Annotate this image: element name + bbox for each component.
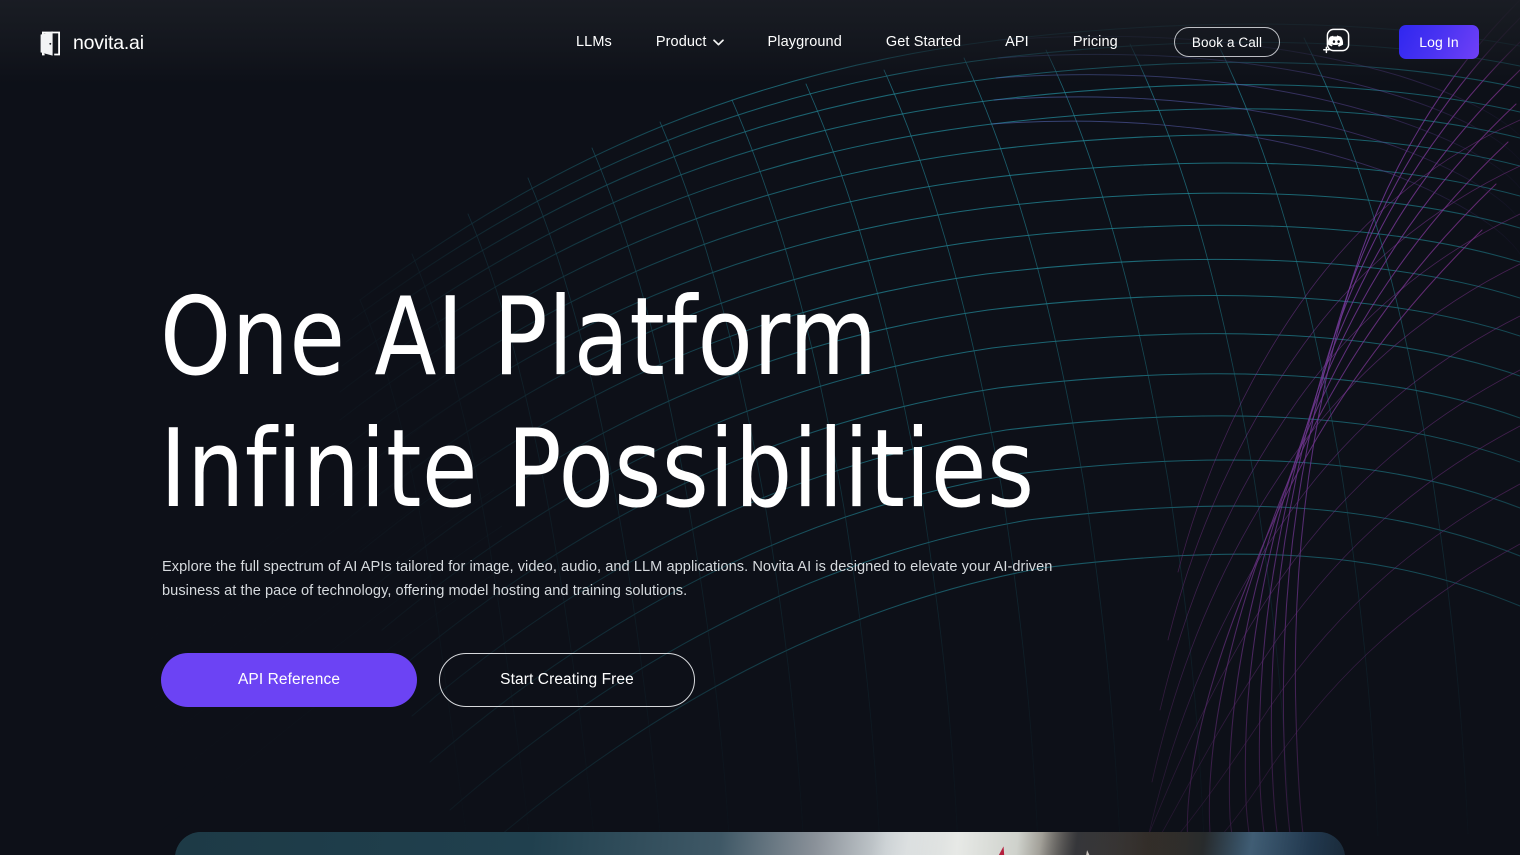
nav-item-label: Pricing [1072,34,1118,50]
nav-item-get-started[interactable]: Get Started [864,30,983,54]
hero-headline-line-1: One AI Platform [160,275,878,400]
nav-item-pricing[interactable]: Pricing [1051,30,1140,54]
hero-cta-row: API Reference Start Creating Free [161,653,695,707]
nav-item-playground[interactable]: Playground [746,30,864,54]
nav-item-label: API [1005,34,1029,50]
nav-item-product[interactable]: Product [634,30,746,54]
hero-subtitle: Explore the full spectrum of AI APIs tai… [162,559,1053,599]
brand-name: novita.ai [73,32,144,55]
nav-item-label: LLMs [576,34,612,50]
landing-page: novita.ai LLMs Product Playground Get St… [0,0,1520,855]
discord-join-button[interactable] [1321,27,1351,57]
start-creating-free-button[interactable]: Start Creating Free [439,653,695,707]
nav-item-label: Get Started [885,34,962,50]
nav-item-label: Product [655,34,707,50]
nav-item-api[interactable]: API [983,30,1051,54]
discord-add-icon [1323,28,1350,54]
brand-logo[interactable]: novita.ai [38,28,144,58]
api-reference-button[interactable]: API Reference [161,653,417,707]
main-navigation: LLMs Product Playground Get Started API … [576,30,1140,54]
showcase-media-card[interactable] [175,832,1345,855]
nav-item-llms[interactable]: LLMs [576,30,634,54]
hero-section: One AI Platform Infinite Possibilities E… [160,272,1260,707]
showcase-image-highlights [175,832,1345,855]
site-header: novita.ai LLMs Product Playground Get St… [0,0,1520,84]
hero-headline-line-2: Infinite Possibilities [160,407,1035,532]
open-door-icon [40,30,60,56]
nav-item-label: Playground [767,34,842,50]
chevron-down-icon [712,38,724,45]
book-a-call-button[interactable]: Book a Call [1174,27,1280,57]
log-in-button[interactable]: Log In [1399,25,1479,59]
